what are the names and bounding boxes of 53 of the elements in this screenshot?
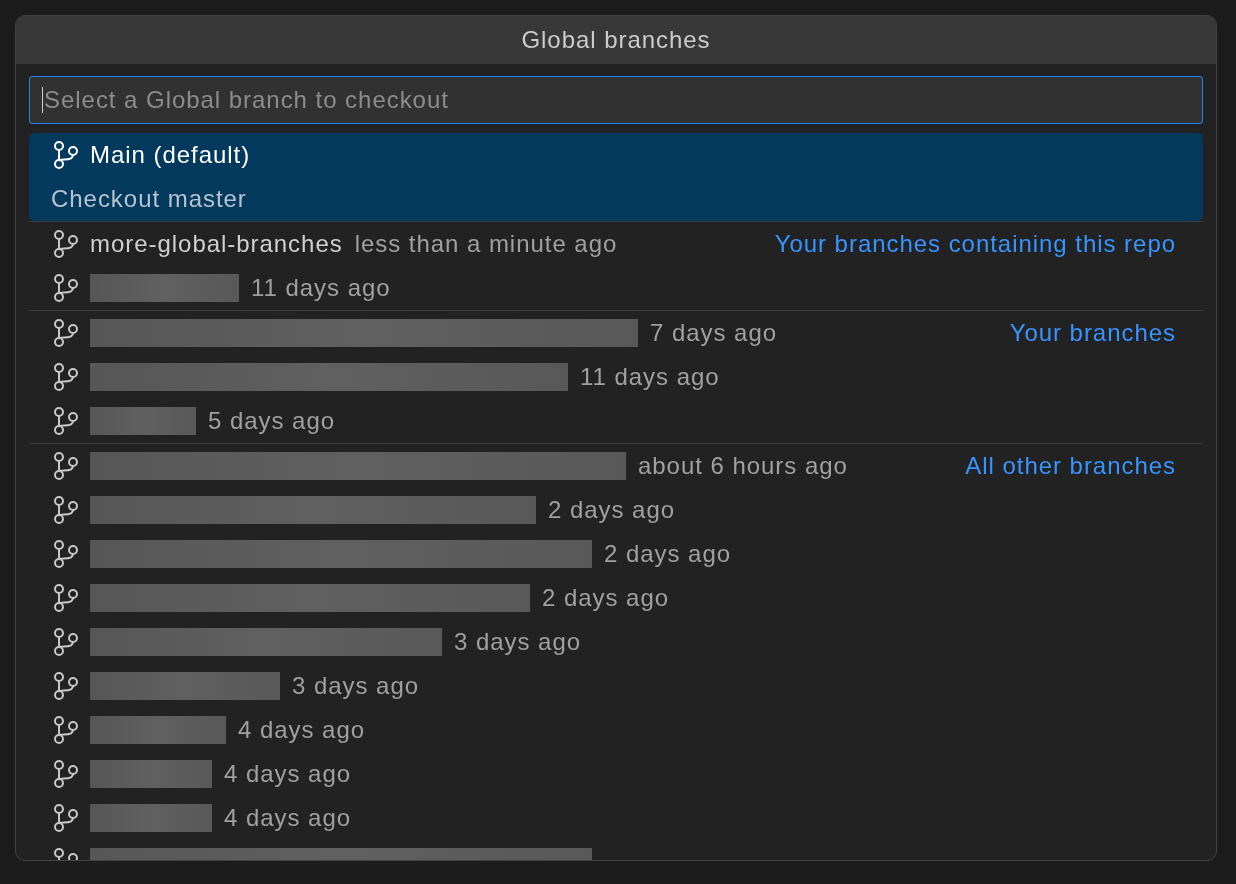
branch-item[interactable]: 11 days ago bbox=[29, 266, 1203, 310]
relative-time: 4 days ago bbox=[238, 715, 366, 745]
git-branch-icon bbox=[52, 363, 78, 391]
relative-time: 2 days ago bbox=[548, 495, 676, 525]
branch-item[interactable]: about 6 hours ago All other branches bbox=[29, 444, 1203, 488]
branch-item[interactable]: 2 days ago bbox=[29, 488, 1203, 532]
relative-time: 4 days ago bbox=[224, 759, 352, 789]
branch-item[interactable]: 2 days ago bbox=[29, 576, 1203, 620]
relative-time: 11 days ago bbox=[580, 362, 720, 392]
branch-item[interactable]: 4 days ago bbox=[29, 752, 1203, 796]
git-branch-icon bbox=[52, 540, 78, 568]
branch-name: Main (default) bbox=[90, 140, 251, 170]
git-branch-icon bbox=[52, 716, 78, 744]
text-cursor-icon bbox=[42, 87, 43, 113]
git-branch-icon bbox=[52, 760, 78, 788]
git-branch-icon bbox=[52, 672, 78, 700]
dialog-title: Global branches bbox=[521, 25, 711, 55]
git-branch-icon bbox=[52, 628, 78, 656]
group-label: Your branches bbox=[1009, 318, 1176, 348]
branch-item[interactable]: 5 days ago bbox=[29, 399, 1203, 443]
branch-item[interactable]: Main (default) Checkout master bbox=[29, 133, 1203, 221]
relative-time: about 6 hours ago bbox=[638, 451, 848, 481]
group-label: Your branches containing this repo bbox=[774, 229, 1176, 259]
branch-item[interactable]: more-global-branches less than a minute ago Your branches containing this repo bbox=[29, 222, 1203, 266]
git-branch-icon bbox=[52, 230, 78, 258]
relative-time: 3 days ago bbox=[292, 671, 420, 701]
relative-time: 3 days ago bbox=[454, 627, 582, 657]
branch-item[interactable]: 2 days ago bbox=[29, 532, 1203, 576]
git-branch-icon bbox=[52, 804, 78, 832]
git-branch-icon bbox=[52, 496, 78, 524]
branch-item[interactable]: 11 days ago bbox=[29, 355, 1203, 399]
git-branch-icon bbox=[52, 584, 78, 612]
branch-item[interactable]: 4 days ago bbox=[29, 796, 1203, 840]
git-branch-icon bbox=[52, 407, 78, 435]
relative-time: 2 days ago bbox=[604, 539, 732, 569]
relative-time: 4 days ago bbox=[224, 803, 352, 833]
branch-name: more-global-branches bbox=[90, 229, 343, 259]
relative-time: 5 days ago bbox=[208, 406, 336, 436]
relative-time: less than a minute ago bbox=[354, 229, 618, 259]
git-branch-icon bbox=[52, 452, 78, 480]
branch-item[interactable]: 3 days ago bbox=[29, 620, 1203, 664]
branch-item[interactable]: 3 days ago bbox=[29, 664, 1203, 708]
branch-detail: Checkout master bbox=[51, 184, 247, 214]
branch-item[interactable]: 4 days ago bbox=[29, 708, 1203, 752]
relative-time: 2 days ago bbox=[542, 583, 670, 613]
search-field[interactable]: Select a Global branch to checkout bbox=[29, 76, 1203, 124]
group-label: All other branches bbox=[965, 451, 1176, 481]
relative-time: 7 days ago bbox=[650, 318, 778, 348]
git-branch-icon bbox=[52, 319, 78, 347]
relative-time: 11 days ago bbox=[251, 273, 391, 303]
git-branch-icon bbox=[52, 141, 78, 169]
branch-item[interactable]: 7 days ago Your branches bbox=[29, 311, 1203, 355]
git-branch-icon bbox=[52, 274, 78, 302]
